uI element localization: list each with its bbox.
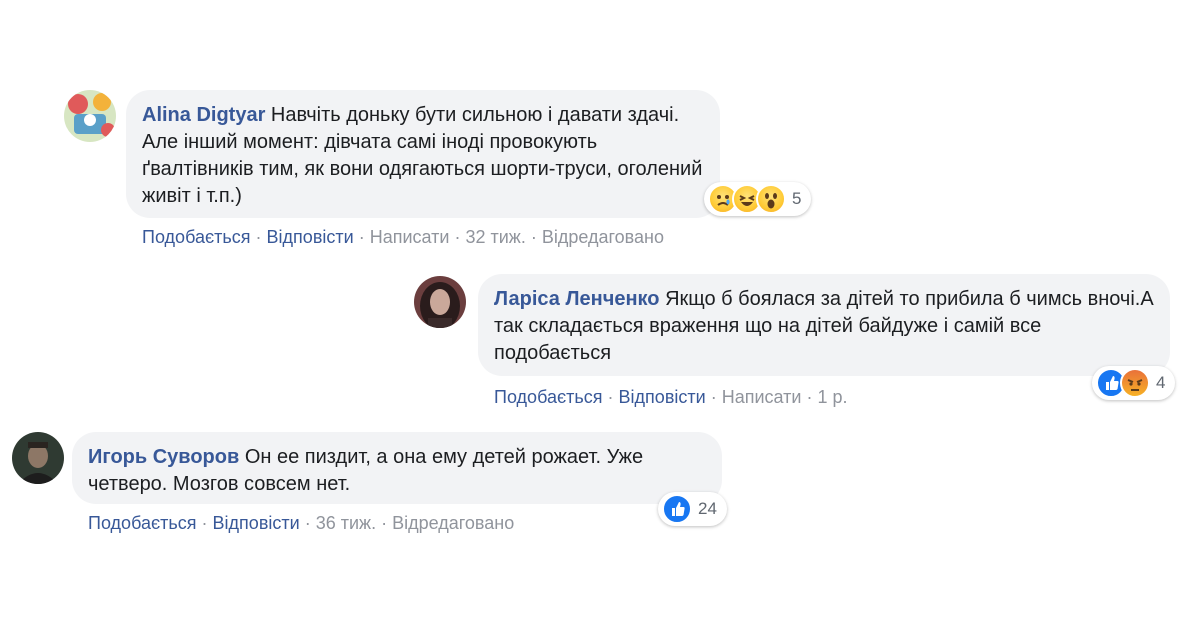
separator: · bbox=[710, 387, 722, 407]
comment-actions: Подобається · Відповісти · Написати · 1 … bbox=[494, 386, 847, 408]
reply-link[interactable]: Відповісти bbox=[619, 387, 706, 407]
reply-link[interactable]: Відповісти bbox=[267, 227, 354, 247]
avatar-image bbox=[12, 432, 64, 484]
separator: · bbox=[454, 227, 466, 247]
reaction-count: 4 bbox=[1156, 373, 1166, 392]
comment-bubble: Игорь Суворов Он ее пиздит, а она ему де… bbox=[72, 432, 722, 504]
separator: · bbox=[358, 227, 370, 247]
like-link[interactable]: Подобається bbox=[494, 387, 603, 407]
angry-icon bbox=[1120, 368, 1150, 398]
timestamp[interactable]: 1 р. bbox=[817, 387, 847, 407]
reactions-summary[interactable]: 5 bbox=[704, 182, 812, 216]
reply-link[interactable]: Відповісти bbox=[213, 513, 300, 533]
separator: · bbox=[381, 513, 393, 533]
comment-bubble: Ларіса Ленченко Якщо б боялася за дітей … bbox=[478, 274, 1170, 376]
reaction-count: 24 bbox=[698, 499, 717, 518]
separator: · bbox=[201, 513, 213, 533]
like-link[interactable]: Подобається bbox=[142, 227, 251, 247]
comment-author[interactable]: Alina Digtyar bbox=[142, 104, 265, 126]
like-link[interactable]: Подобається bbox=[88, 513, 197, 533]
reaction-count: 5 bbox=[792, 189, 802, 208]
timestamp[interactable]: 36 тиж. bbox=[316, 513, 376, 533]
comment-author[interactable]: Игорь Суворов bbox=[88, 446, 239, 468]
edited-label[interactable]: Відредаговано bbox=[392, 513, 514, 533]
avatar[interactable] bbox=[12, 432, 64, 484]
separator: · bbox=[304, 513, 316, 533]
separator: · bbox=[530, 227, 542, 247]
comment-author[interactable]: Ларіса Ленченко bbox=[494, 288, 660, 310]
comment-bubble: Alina Digtyar Навчіть доньку бути сильно… bbox=[126, 90, 720, 218]
avatar-image bbox=[64, 90, 116, 142]
comment-actions: Подобається · Відповісти · 36 тиж. · Від… bbox=[88, 512, 514, 534]
comment-actions: Подобається · Відповісти · Написати · 32… bbox=[142, 226, 664, 248]
edited-label[interactable]: Відредаговано bbox=[542, 227, 664, 247]
wow-icon bbox=[756, 184, 786, 214]
separator: · bbox=[255, 227, 267, 247]
separator: · bbox=[806, 387, 818, 407]
like-icon bbox=[662, 494, 692, 524]
message-link[interactable]: Написати bbox=[722, 387, 802, 407]
reactions-summary[interactable]: 24 bbox=[658, 492, 727, 526]
avatar-image bbox=[414, 276, 466, 328]
avatar[interactable] bbox=[64, 90, 116, 142]
timestamp[interactable]: 32 тиж. bbox=[465, 227, 525, 247]
avatar[interactable] bbox=[414, 276, 466, 328]
reactions-summary[interactable]: 4 bbox=[1092, 366, 1176, 400]
message-link[interactable]: Написати bbox=[370, 227, 450, 247]
separator: · bbox=[607, 387, 619, 407]
